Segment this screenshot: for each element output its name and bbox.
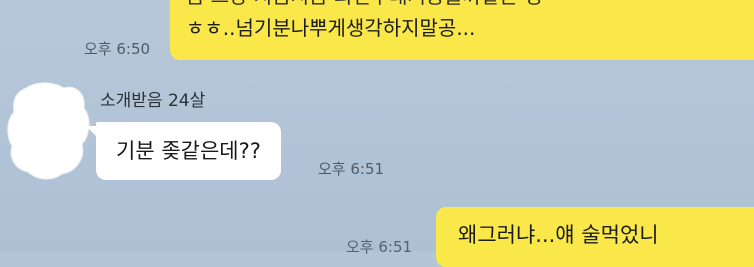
- outgoing-message-bubble[interactable]: 음 그냥 지금지금 외전부대거등을까같은 정 ㅎㅎ..넘기분나뿌게생각하지말공.…: [170, 0, 754, 60]
- message-text-line-partial: 음 그냥 지금지금 외전부대거등을까같은 정: [186, 0, 543, 10]
- message-timestamp: 오후 6:51: [318, 160, 385, 178]
- sender-avatar[interactable]: [6, 78, 92, 182]
- sender-name: 소개받음 24살: [100, 91, 206, 111]
- message-timestamp-partial: 오후 6:51: [346, 238, 413, 256]
- message-timestamp: 오후 6:50: [84, 40, 151, 58]
- outgoing-message-bubble[interactable]: 왜그러냐...얘 술먹었니: [436, 207, 754, 267]
- chat-room: 음 그냥 지금지금 외전부대거등을까같은 정 ㅎㅎ..넘기분나뿌게생각하지말공.…: [0, 0, 754, 267]
- message-text: 왜그러냐...얘 술먹었니: [458, 223, 659, 247]
- incoming-message-bubble[interactable]: 기분 좆같은데??: [96, 122, 281, 180]
- message-text: 기분 좆같은데??: [116, 139, 261, 163]
- message-text-line: ㅎㅎ..넘기분나뿌게생각하지말공...: [186, 16, 476, 40]
